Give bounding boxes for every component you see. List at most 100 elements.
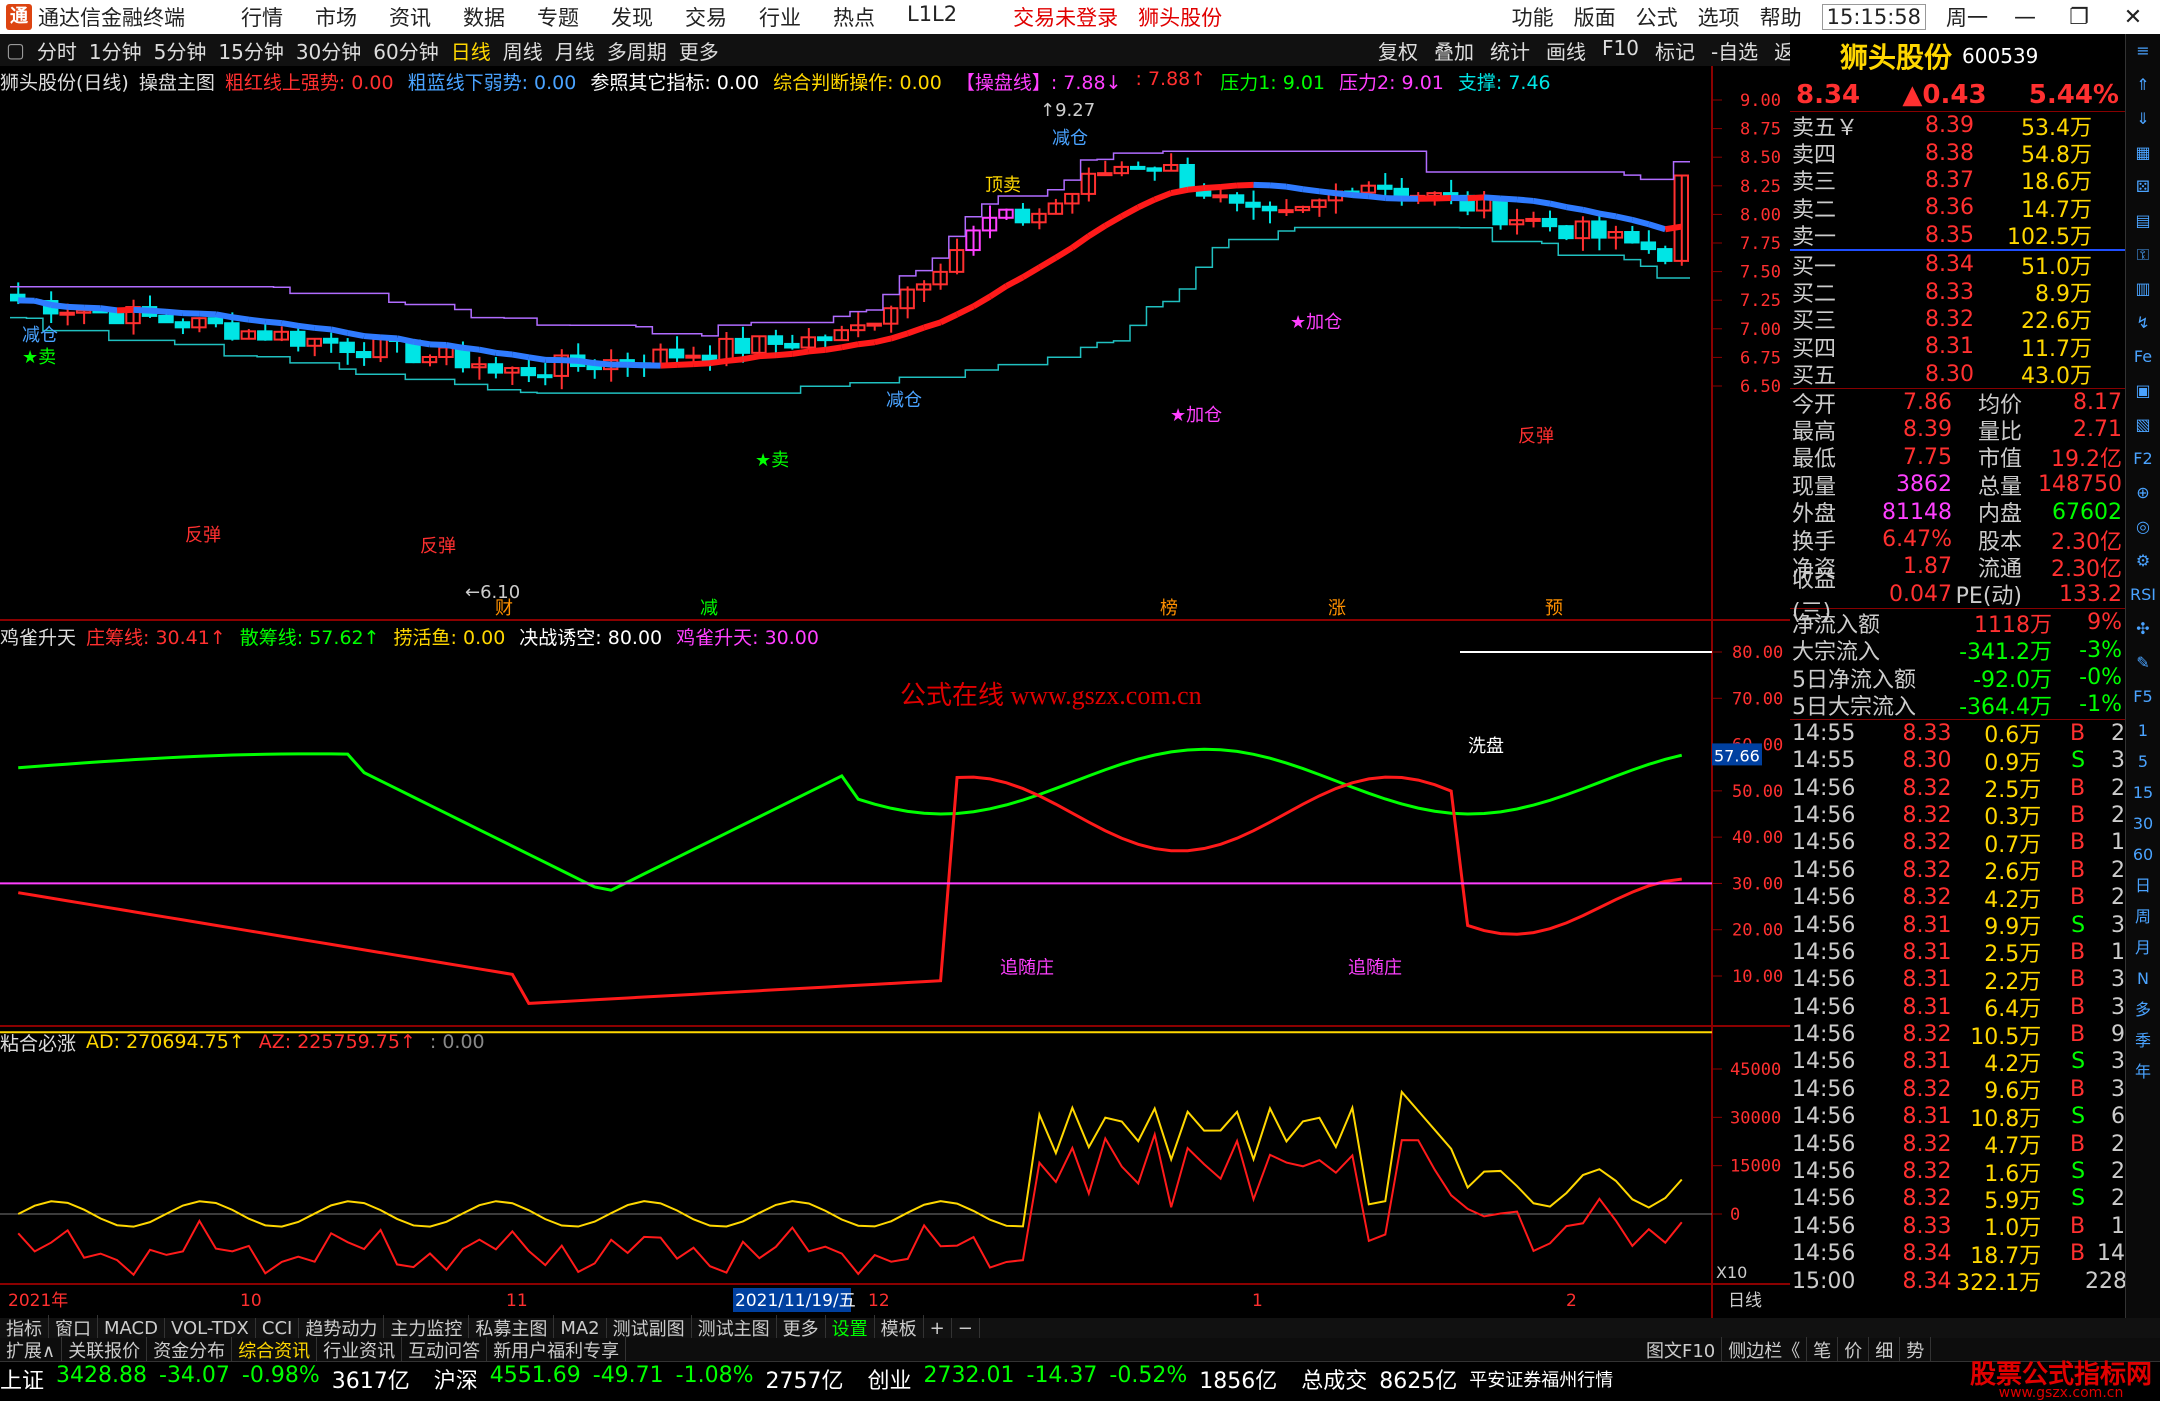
- period-tab-9[interactable]: 多周期: [607, 36, 667, 65]
- side-tool-10[interactable]: ▣: [2126, 374, 2160, 408]
- minimize-icon[interactable]: —: [2008, 5, 2042, 30]
- tick-row-cell: 14:55: [1792, 748, 1872, 773]
- right-menu-3[interactable]: 选项: [1698, 2, 1740, 32]
- restore-icon[interactable]: ❐: [2062, 5, 2096, 30]
- right-menu-0[interactable]: 功能: [1512, 2, 1554, 32]
- side-tool-15[interactable]: ⚙: [2126, 544, 2160, 578]
- side-tool-30[interactable]: 季: [2126, 1024, 2160, 1055]
- login-notice[interactable]: 交易未登录: [1013, 2, 1118, 32]
- side-tool-29[interactable]: 多: [2126, 993, 2160, 1024]
- close-icon[interactable]: ✕: [2116, 5, 2150, 30]
- tool-3[interactable]: 画线: [1546, 36, 1586, 65]
- tick-row-cell: 8.31: [1872, 967, 1952, 992]
- tick-row: 14:568.3210.5万B9: [1790, 1021, 2125, 1048]
- trend-line-segment: [1023, 267, 1039, 277]
- indicator-tab-15[interactable]: −: [952, 1318, 980, 1339]
- period-tab-10[interactable]: 更多: [679, 36, 719, 65]
- tick-row-cell: 14:56: [1792, 803, 1872, 828]
- tool-6[interactable]: -自选: [1711, 36, 1758, 65]
- right-menu-4[interactable]: 帮助: [1760, 2, 1802, 32]
- side-tool-7[interactable]: ▥: [2126, 272, 2160, 306]
- tool-2[interactable]: 统计: [1490, 36, 1530, 65]
- side-tool-0[interactable]: ≡: [2126, 34, 2160, 68]
- side-tool-27[interactable]: 月: [2126, 931, 2160, 962]
- tool-5[interactable]: 标记: [1655, 36, 1695, 65]
- info-tab-1[interactable]: 关联报价: [62, 1337, 147, 1363]
- info-tab-right-5[interactable]: 势: [1900, 1337, 1931, 1363]
- indicator-tab-3[interactable]: VOL-TDX: [165, 1318, 256, 1339]
- period-tab-4[interactable]: 30分钟: [296, 36, 361, 65]
- side-tool-1[interactable]: ⇑: [2126, 68, 2160, 102]
- kline-chart-area[interactable]: 9.008.758.508.258.007.757.507.257.006.75…: [0, 66, 1790, 1318]
- menu-5[interactable]: 发现: [611, 2, 653, 32]
- side-tool-6[interactable]: ⚿: [2126, 238, 2160, 272]
- menu-6[interactable]: 交易: [685, 2, 727, 32]
- info-tab-right-4[interactable]: 细: [1869, 1337, 1900, 1363]
- side-tool-11[interactable]: ▧: [2126, 408, 2160, 442]
- side-tool-25[interactable]: 日: [2126, 869, 2160, 900]
- panel-toggle-icon[interactable]: ▢: [6, 38, 25, 62]
- menu-8[interactable]: 热点: [833, 2, 875, 32]
- side-tool-19[interactable]: F5: [2126, 680, 2160, 714]
- period-tab-7[interactable]: 周线: [503, 36, 543, 65]
- indicator-tab-4[interactable]: CCI: [256, 1318, 299, 1339]
- index-name[interactable]: 上证: [0, 1363, 44, 1395]
- side-tool-8[interactable]: ↯: [2126, 306, 2160, 340]
- info-tab-0[interactable]: 扩展∧: [0, 1337, 62, 1363]
- side-tool-4[interactable]: ⚄: [2126, 170, 2160, 204]
- side-tool-13[interactable]: ⊕: [2126, 476, 2160, 510]
- side-tool-2[interactable]: ⇓: [2126, 102, 2160, 136]
- info-tab-6[interactable]: 新用户福利专享: [487, 1337, 626, 1363]
- menu-0[interactable]: 行情: [241, 2, 283, 32]
- menu-7[interactable]: 行业: [759, 2, 801, 32]
- menu-2[interactable]: 资讯: [389, 2, 431, 32]
- side-tool-14[interactable]: ◎: [2126, 510, 2160, 544]
- side-tool-23[interactable]: 30: [2126, 807, 2160, 838]
- tool-0[interactable]: 复权: [1378, 36, 1418, 65]
- menu-9[interactable]: L1L2: [907, 2, 957, 32]
- info-tab-right-1[interactable]: 侧边栏《: [1722, 1337, 1807, 1363]
- right-menu-1[interactable]: 版面: [1574, 2, 1616, 32]
- info-tab-2[interactable]: 资金分布: [147, 1337, 232, 1363]
- side-tool-18[interactable]: ✎: [2126, 646, 2160, 680]
- period-tab-3[interactable]: 15分钟: [218, 36, 283, 65]
- side-tool-3[interactable]: ▦: [2126, 136, 2160, 170]
- tool-1[interactable]: 叠加: [1434, 36, 1474, 65]
- side-tool-22[interactable]: 15: [2126, 776, 2160, 807]
- period-tab-8[interactable]: 月线: [555, 36, 595, 65]
- side-tool-24[interactable]: 60: [2126, 838, 2160, 869]
- info-tab-right-2[interactable]: 笔: [1807, 1337, 1838, 1363]
- menu-4[interactable]: 专题: [537, 2, 579, 32]
- info-tab-right-3[interactable]: 价: [1838, 1337, 1869, 1363]
- side-tool-12[interactable]: F2: [2126, 442, 2160, 476]
- side-tool-16[interactable]: RSI: [2126, 578, 2160, 612]
- index-name[interactable]: 沪深: [434, 1363, 478, 1395]
- side-tool-31[interactable]: 年: [2126, 1055, 2160, 1086]
- info-tab-3[interactable]: 综合资讯: [232, 1337, 317, 1363]
- side-tool-21[interactable]: 5: [2126, 745, 2160, 776]
- period-tab-0[interactable]: 分时: [37, 36, 77, 65]
- side-tool-17[interactable]: ✣: [2126, 612, 2160, 646]
- indicator-tab-2[interactable]: MACD: [98, 1318, 165, 1339]
- period-tab-1[interactable]: 1分钟: [89, 36, 142, 65]
- menu-3[interactable]: 数据: [463, 2, 505, 32]
- side-tool-28[interactable]: N: [2126, 962, 2160, 993]
- side-tool-9[interactable]: Fe: [2126, 340, 2160, 374]
- index-name[interactable]: 创业: [868, 1363, 912, 1395]
- info-tab-5[interactable]: 互动问答: [402, 1337, 487, 1363]
- period-tab-6[interactable]: 日线: [451, 36, 491, 65]
- menu-1[interactable]: 市场: [315, 2, 357, 32]
- info-tab-4[interactable]: 行业资讯: [317, 1337, 402, 1363]
- tool-4[interactable]: F10: [1602, 36, 1639, 65]
- indicator-tab-8[interactable]: MA2: [554, 1318, 606, 1339]
- signal-label: 减仓: [1052, 128, 1088, 149]
- info-tab-right-0[interactable]: 图文F10: [1640, 1337, 1722, 1363]
- period-tab-5[interactable]: 60分钟: [373, 36, 438, 65]
- tick-list[interactable]: 14:558.330.6万B214:558.300.9万S314:568.322…: [1790, 719, 2125, 1295]
- side-tool-20[interactable]: 1: [2126, 714, 2160, 745]
- period-tab-2[interactable]: 5分钟: [154, 36, 207, 65]
- indicator-tab-14[interactable]: +: [924, 1318, 952, 1339]
- side-tool-5[interactable]: ▤: [2126, 204, 2160, 238]
- side-tool-26[interactable]: 周: [2126, 900, 2160, 931]
- right-menu-2[interactable]: 公式: [1636, 2, 1678, 32]
